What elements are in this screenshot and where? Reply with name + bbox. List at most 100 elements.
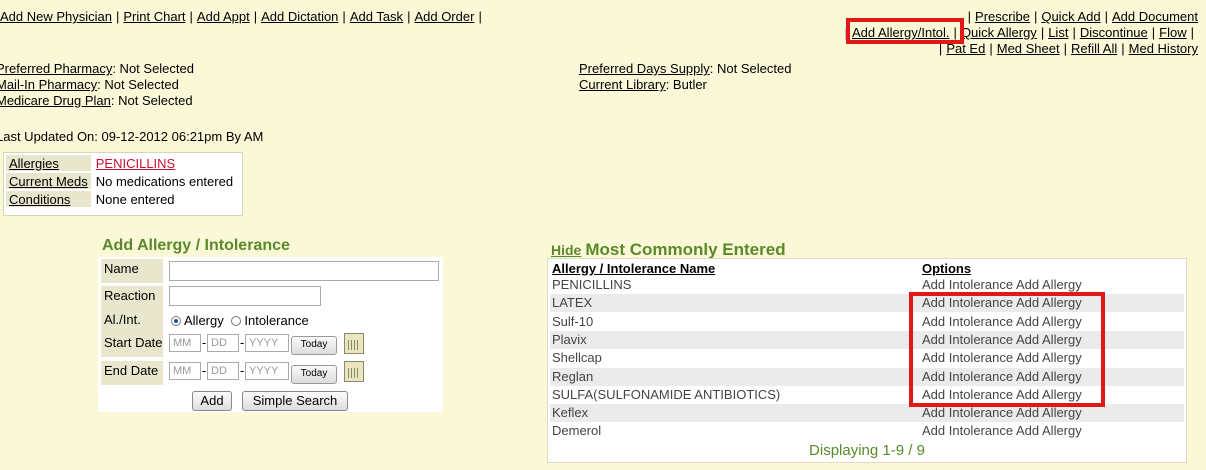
add-intolerance-link[interactable]: Add Intolerance (922, 277, 1013, 292)
mail-in-pharmacy-value: : Not Selected (97, 77, 179, 92)
medicare-drug-plan-link[interactable]: Medicare Drug Plan (0, 93, 111, 108)
reaction-row: Reaction (101, 286, 441, 312)
end-day-input[interactable]: DD (207, 362, 239, 380)
patient-summary-box: Allergies PENICILLINS Current Meds No me… (3, 152, 243, 216)
allergy-name: Keflex (552, 405, 589, 421)
mail-in-pharmacy-link[interactable]: Mail-In Pharmacy (0, 77, 97, 92)
add-allergy-link[interactable]: Add Allergy (1016, 405, 1082, 420)
name-input[interactable] (169, 261, 439, 281)
list-item: Demerol Add Intolerance Add Allergy (550, 422, 1184, 440)
current-meds-label[interactable]: Current Meds (6, 173, 91, 189)
most-common-header: Hide Most Commonly Entered (551, 240, 786, 260)
quick-allergy-link[interactable]: Quick Allergy (961, 25, 1037, 40)
highlight-box-options (909, 292, 1105, 407)
end-month-input[interactable]: MM (169, 362, 201, 380)
quick-add-link[interactable]: Quick Add (1041, 9, 1100, 24)
allergy-name: Shellcap (552, 350, 602, 366)
date-dash: - (240, 363, 245, 378)
allergy-name: Reglan (552, 368, 594, 384)
discontinue-link[interactable]: Discontinue (1080, 25, 1148, 40)
allergy-name: SULFA(SULFONAMIDE ANTIBIOTICS) (552, 386, 781, 402)
medicare-drug-plan-line: Medicare Drug Plan: Not Selected (0, 93, 193, 108)
type-label: Al./Int. (101, 310, 163, 334)
preferred-days-supply-value: : Not Selected (709, 61, 792, 76)
add-allergy-title: Add Allergy / Intolerance (102, 237, 290, 254)
add-appt-link[interactable]: Add Appt (197, 9, 250, 24)
end-date-label: End Date (101, 361, 163, 385)
date-dash: - (240, 335, 245, 350)
reaction-label: Reaction (101, 286, 163, 310)
current-library-value: : Butler (665, 77, 707, 92)
med-sheet-link[interactable]: Med Sheet (997, 41, 1060, 56)
conditions-value: None entered (95, 191, 175, 207)
date-dash: - (202, 335, 207, 350)
date-dash: - (202, 363, 207, 378)
add-dictation-link[interactable]: Add Dictation (261, 9, 338, 24)
right-actions-row-3: | Pat Ed | Med Sheet | Refill All | Med History (938, 41, 1198, 56)
start-date-row: Start Date MM - DD - YYYY Today (101, 333, 441, 359)
end-date-row: End Date MM - DD - YYYY Today (101, 361, 441, 387)
add-new-physician-link[interactable]: Add New Physician (0, 9, 112, 24)
col-header-name: Allergy / Intolerance Name (552, 261, 716, 276)
flow-link[interactable]: Flow (1159, 25, 1186, 40)
med-history-link[interactable]: Med History (1129, 41, 1198, 56)
intolerance-radio[interactable] (231, 316, 242, 326)
start-date-label: Start Date (101, 333, 163, 357)
list-link[interactable]: List (1048, 25, 1068, 40)
add-allergy-link[interactable]: Add Allergy (1016, 423, 1082, 438)
add-intolerance-link[interactable]: Add Intolerance (922, 405, 1013, 420)
type-radio-group: Allergy Intolerance (171, 313, 309, 328)
conditions-label[interactable]: Conditions (6, 191, 91, 207)
start-today-button[interactable]: Today (291, 336, 337, 355)
col-header-options: Options (922, 261, 972, 276)
add-document-link[interactable]: Add Document (1112, 9, 1198, 24)
allergy-radio-label: Allergy (184, 313, 224, 328)
start-day-input[interactable]: DD (207, 334, 239, 352)
row-options: Add Intolerance Add Allergy (922, 405, 1082, 420)
reaction-input[interactable] (169, 286, 321, 306)
current-meds-value: No medications entered (95, 173, 234, 189)
add-task-link[interactable]: Add Task (350, 9, 403, 24)
preferred-pharmacy-link[interactable]: Preferred Pharmacy (0, 61, 112, 76)
top-left-actions: Add New Physician | Print Chart | Add Appt | A… (0, 9, 482, 24)
row-options: Add Intolerance Add Allergy (922, 423, 1082, 438)
start-year-input[interactable]: YYYY (245, 334, 289, 352)
simple-search-button[interactable]: Simple Search (242, 391, 348, 411)
print-chart-link[interactable]: Print Chart (123, 9, 185, 24)
name-label: Name (101, 259, 163, 283)
preferred-days-supply-line: Preferred Days Supply: Not Selected (579, 61, 791, 76)
prescribe-link[interactable]: Prescribe (975, 9, 1030, 24)
mail-in-pharmacy-line: Mail-In Pharmacy: Not Selected (0, 77, 179, 92)
allergies-label[interactable]: Allergies (6, 155, 91, 171)
start-month-input[interactable]: MM (169, 334, 201, 352)
allergy-name: Sulf-10 (552, 313, 594, 329)
current-library-link[interactable]: Current Library (579, 77, 666, 92)
preferred-pharmacy-value: : Not Selected (112, 61, 194, 76)
right-actions-row-1: | Prescribe | Quick Add | Add Document (967, 9, 1198, 24)
intolerance-radio-label: Intolerance (244, 313, 309, 328)
start-calendar-icon[interactable] (344, 333, 364, 354)
add-button[interactable]: Add (192, 391, 232, 411)
add-order-link[interactable]: Add Order (414, 9, 474, 24)
allergy-name: LATEX (552, 295, 593, 311)
preferred-days-supply-link[interactable]: Preferred Days Supply (579, 61, 710, 76)
row-options: Add Intolerance Add Allergy (922, 277, 1082, 292)
last-updated-text: Last Updated On: 09-12-2012 06:21pm By A… (0, 129, 264, 144)
allergy-name: PENICILLINS (552, 277, 632, 292)
pagination-text: Displaying 1-9 / 9 (809, 442, 925, 459)
allergies-value[interactable]: PENICILLINS (93, 155, 236, 171)
current-library-line: Current Library: Butler (579, 77, 707, 92)
preferred-pharmacy-line: Preferred Pharmacy: Not Selected (0, 61, 194, 76)
add-intolerance-link[interactable]: Add Intolerance (922, 423, 1013, 438)
hide-link[interactable]: Hide (551, 242, 581, 258)
medicare-drug-plan-value: : Not Selected (110, 93, 193, 108)
add-allergy-link[interactable]: Add Allergy (1016, 277, 1082, 292)
end-calendar-icon[interactable] (344, 361, 364, 382)
highlight-box-add-allergy (846, 18, 964, 44)
allergy-name: Demerol (552, 423, 602, 439)
end-year-input[interactable]: YYYY (245, 362, 289, 380)
add-allergy-form: Name Reaction Al./Int. Allergy Intoleran… (98, 257, 443, 412)
refill-all-link[interactable]: Refill All (1071, 41, 1117, 56)
allergy-radio[interactable] (171, 316, 181, 326)
end-today-button[interactable]: Today (291, 365, 337, 384)
